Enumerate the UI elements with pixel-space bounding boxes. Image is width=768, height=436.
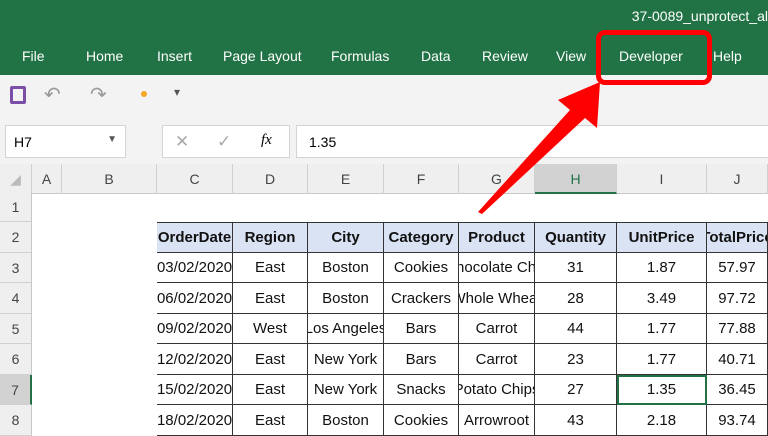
- red-arrow-icon: [478, 82, 600, 214]
